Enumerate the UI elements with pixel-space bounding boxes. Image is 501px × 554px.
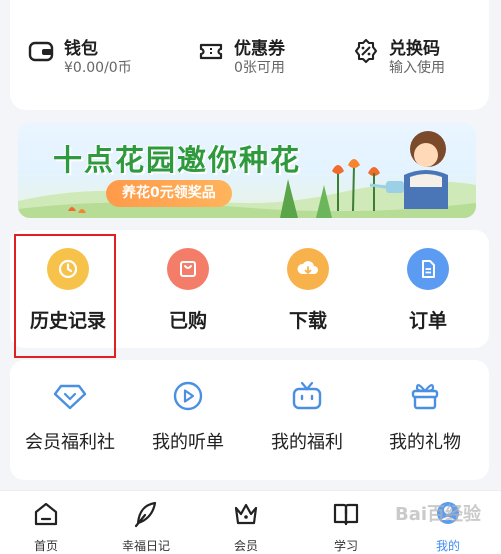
tab-home[interactable]: 首页 (6, 499, 86, 554)
tab-member-label: 会员 (233, 539, 258, 553)
gift-icon (411, 384, 439, 410)
my-benefits-button[interactable]: 我的福利 (247, 378, 367, 454)
play-circle-icon (173, 381, 203, 411)
banner-title: 十点花园邀你种花 (53, 143, 302, 177)
my-gifts-button[interactable]: 我的礼物 (365, 378, 485, 454)
crown-icon (234, 503, 258, 525)
garden-promo-banner[interactable]: 十点花园邀你种花 养花0元领奖品 (18, 123, 476, 218)
my-playlist-label: 我的听单 (152, 432, 224, 453)
download-cloud-icon (287, 248, 329, 290)
tab-learn[interactable]: 学习 (306, 499, 386, 554)
wallet-balance: ¥0.00/0币 (64, 60, 132, 76)
tv-gift-icon (292, 381, 322, 410)
highlight-annotation-box (14, 234, 116, 358)
member-benefits-label: 会员福利社 (25, 432, 115, 453)
tab-diary[interactable]: 幸福日记 (106, 499, 186, 554)
redeem-code-entry[interactable]: 兑换码 输入使用 (353, 34, 473, 84)
wallet-title: 钱包 (64, 39, 98, 59)
redeem-code-icon (354, 38, 378, 64)
purchased-label: 已购 (168, 310, 207, 332)
wallet-entry[interactable]: 钱包 ¥0.00/0币 (28, 34, 168, 84)
orders-label: 订单 (408, 310, 447, 332)
services-card: 会员福利社 我的听单 我的福利 我的礼物 (10, 360, 489, 480)
quick-actions-card: 历史记录 已购 下载 订单 (10, 230, 489, 358)
book-icon (333, 503, 359, 526)
member-benefits-button[interactable]: 会员福利社 (10, 378, 130, 454)
tab-home-label: 首页 (33, 539, 58, 553)
order-doc-icon (407, 248, 449, 290)
redeem-code-title: 兑换码 (389, 39, 440, 59)
quill-icon (134, 501, 157, 528)
tab-member[interactable]: 会员 (206, 499, 286, 554)
tab-learn-label: 学习 (333, 539, 358, 553)
wallet-card: 钱包 ¥0.00/0币 优惠券 0张可用 兑换码 输入使用 (10, 0, 489, 110)
coupon-count: 0张可用 (234, 60, 285, 76)
redeem-code-hint: 输入使用 (389, 60, 445, 76)
banner-claim-button[interactable]: 养花0元领奖品 (106, 180, 232, 207)
wallet-icon (28, 41, 54, 62)
tab-mine-label: 我的 (435, 539, 460, 553)
coupon-title: 优惠券 (234, 39, 285, 59)
download-label: 下载 (288, 310, 327, 332)
download-button[interactable]: 下载 (258, 248, 358, 338)
diamond-icon (53, 384, 87, 410)
my-benefits-label: 我的福利 (271, 432, 343, 453)
purchased-button[interactable]: 已购 (138, 248, 238, 338)
my-playlist-button[interactable]: 我的听单 (128, 378, 248, 454)
coupon-icon (199, 43, 223, 60)
home-icon (34, 502, 58, 526)
my-gifts-label: 我的礼物 (389, 432, 461, 453)
coupon-entry[interactable]: 优惠券 0张可用 (198, 34, 318, 84)
tab-diary-label: 幸福日记 (121, 539, 170, 553)
bag-icon (167, 248, 209, 290)
watermark: Bai百经验 (395, 504, 482, 525)
orders-button[interactable]: 订单 (378, 248, 478, 338)
